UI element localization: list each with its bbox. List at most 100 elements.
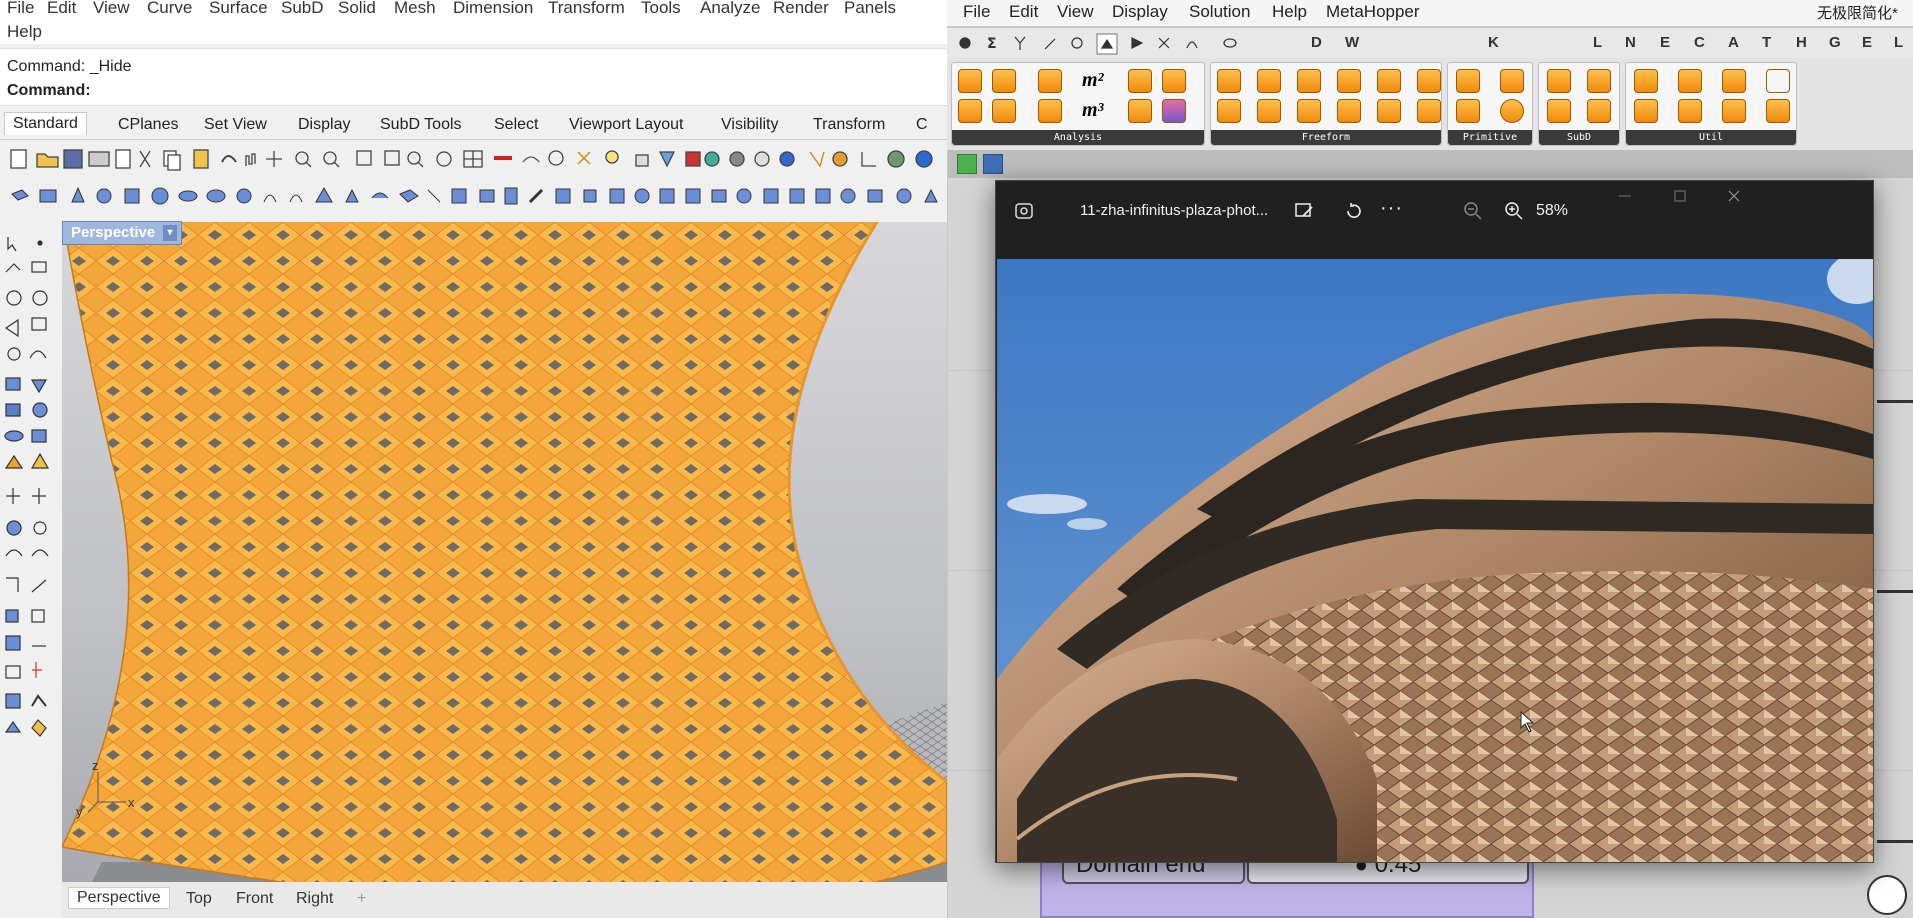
primitive-component-icon[interactable] bbox=[1500, 69, 1524, 93]
tab-viewport-layout[interactable]: Viewport Layout bbox=[561, 114, 691, 136]
freeform-component-icon[interactable] bbox=[1337, 99, 1361, 123]
menu-analyze[interactable]: Analyze bbox=[700, 0, 760, 18]
freeform-component-icon[interactable] bbox=[1217, 99, 1241, 123]
vp-tab-top[interactable]: Top bbox=[186, 890, 212, 908]
add-viewport-plus-icon[interactable]: + bbox=[357, 890, 366, 908]
edit-image-icon[interactable] bbox=[1292, 199, 1316, 223]
gh-tab-n[interactable]: N bbox=[1625, 34, 1636, 51]
secondary-toolbar-icons[interactable] bbox=[0, 180, 947, 214]
freeform-component-icon[interactable] bbox=[1257, 99, 1281, 123]
freeform-component-icon[interactable] bbox=[1337, 69, 1361, 93]
gh-tab-e[interactable]: E bbox=[1660, 34, 1670, 51]
analysis-component-icon[interactable] bbox=[992, 69, 1016, 93]
menu-tools[interactable]: Tools bbox=[641, 0, 681, 18]
menu-solid[interactable]: Solid bbox=[338, 0, 376, 18]
analysis-component-icon[interactable] bbox=[1128, 99, 1152, 123]
gh-menu-metahopper[interactable]: MetaHopper bbox=[1326, 2, 1420, 22]
menu-panels[interactable]: Panels bbox=[844, 0, 896, 18]
analysis-component-icon[interactable] bbox=[1162, 99, 1186, 123]
window-controls[interactable] bbox=[1611, 181, 1873, 211]
volume-icon[interactable]: m³ bbox=[1082, 99, 1104, 122]
freeform-component-icon[interactable] bbox=[1377, 99, 1401, 123]
gh-tab-l2[interactable]: L bbox=[1894, 34, 1903, 51]
analysis-component-icon[interactable] bbox=[1128, 69, 1152, 93]
rotate-icon[interactable] bbox=[1342, 199, 1366, 223]
more-options-icon[interactable]: ··· bbox=[1380, 197, 1403, 220]
command-area[interactable]: Command: _Hide Command: bbox=[0, 48, 947, 106]
freeform-component-icon[interactable] bbox=[1297, 69, 1321, 93]
perspective-viewport[interactable]: z y x bbox=[62, 222, 947, 882]
gh-tab-l[interactable]: L bbox=[1593, 34, 1602, 51]
menu-help[interactable]: Help bbox=[7, 22, 42, 42]
gh-tab-h[interactable]: H bbox=[1796, 34, 1807, 51]
vp-tab-front[interactable]: Front bbox=[236, 890, 273, 908]
util-component-icon[interactable] bbox=[1766, 99, 1790, 123]
freeform-component-icon[interactable] bbox=[1417, 69, 1441, 93]
subd-component-icon[interactable] bbox=[1547, 69, 1571, 93]
photo-image[interactable] bbox=[997, 259, 1873, 862]
menu-dimension[interactable]: Dimension bbox=[453, 0, 533, 18]
viewport-title[interactable]: Perspective ▾ bbox=[62, 221, 182, 245]
subd-component-icon[interactable] bbox=[1587, 99, 1611, 123]
gh-menu-help[interactable]: Help bbox=[1272, 2, 1307, 22]
menu-edit[interactable]: Edit bbox=[47, 0, 76, 18]
util-component-icon[interactable] bbox=[1722, 99, 1746, 123]
area-icon[interactable]: m² bbox=[1082, 69, 1104, 92]
util-component-icon[interactable] bbox=[1634, 99, 1658, 123]
primitive-component-icon[interactable] bbox=[1456, 69, 1480, 93]
tab-display[interactable]: Display bbox=[290, 114, 358, 136]
freeform-component-icon[interactable] bbox=[1297, 99, 1321, 123]
menu-file[interactable]: File bbox=[7, 0, 34, 18]
tab-transform[interactable]: Transform bbox=[805, 114, 893, 136]
save-icon[interactable] bbox=[983, 154, 1003, 174]
tab-standard[interactable]: Standard bbox=[4, 112, 87, 135]
tab-subd-tools[interactable]: SubD Tools bbox=[372, 114, 470, 136]
util-component-icon[interactable] bbox=[1678, 69, 1702, 93]
menu-curve[interactable]: Curve bbox=[147, 0, 192, 18]
analysis-component-icon[interactable] bbox=[1162, 69, 1186, 93]
viewport-menu-chevron-down-icon[interactable]: ▾ bbox=[163, 225, 177, 241]
util-component-icon[interactable] bbox=[1722, 69, 1746, 93]
analysis-component-icon[interactable] bbox=[1038, 69, 1062, 93]
menu-mesh[interactable]: Mesh bbox=[394, 0, 436, 18]
tab-visibility[interactable]: Visibility bbox=[713, 114, 787, 136]
gh-menu-file[interactable]: File bbox=[963, 2, 990, 22]
left-tool-icons[interactable] bbox=[0, 228, 58, 918]
analysis-component-icon[interactable] bbox=[958, 69, 982, 93]
gh-tab-a[interactable]: A bbox=[1728, 34, 1739, 51]
menu-view[interactable]: View bbox=[93, 0, 130, 18]
standard-toolbar-icons[interactable] bbox=[0, 142, 947, 176]
command-prompt[interactable]: Command: bbox=[7, 82, 91, 100]
subd-component-icon[interactable] bbox=[1547, 99, 1571, 123]
gh-menu-solution[interactable]: Solution bbox=[1189, 2, 1250, 22]
menu-transform[interactable]: Transform bbox=[548, 0, 625, 18]
gh-menu-view[interactable]: View bbox=[1057, 2, 1094, 22]
hyperboloid-surface-render[interactable]: z y x bbox=[62, 222, 947, 882]
gh-menu-display[interactable]: Display bbox=[1112, 2, 1168, 22]
freeform-component-icon[interactable] bbox=[1377, 69, 1401, 93]
zoom-out-icon[interactable] bbox=[1461, 199, 1485, 223]
gh-tab-icons[interactable]: Σ bbox=[947, 28, 1307, 58]
tab-set-view[interactable]: Set View bbox=[196, 114, 275, 136]
sphere-icon[interactable] bbox=[1500, 99, 1524, 123]
gh-tab-w[interactable]: W bbox=[1345, 34, 1359, 51]
zoom-in-icon[interactable] bbox=[1502, 199, 1526, 223]
gh-tab-g[interactable]: G bbox=[1829, 34, 1841, 51]
gh-tab-e2[interactable]: E bbox=[1862, 34, 1872, 51]
gh-tab-c[interactable]: C bbox=[1694, 34, 1705, 51]
tab-more[interactable]: C bbox=[908, 114, 936, 136]
canvas-widget-icon[interactable] bbox=[1867, 875, 1907, 915]
gh-tab-d[interactable]: D bbox=[1311, 34, 1322, 51]
freeform-component-icon[interactable] bbox=[1417, 99, 1441, 123]
gh-tab-k[interactable]: K bbox=[1488, 34, 1499, 51]
zoom-level[interactable]: 58% bbox=[1536, 202, 1568, 220]
vp-tab-right[interactable]: Right bbox=[296, 890, 333, 908]
freeform-component-icon[interactable] bbox=[1257, 69, 1281, 93]
menu-subd[interactable]: SubD bbox=[281, 0, 324, 18]
util-component-icon[interactable] bbox=[1634, 69, 1658, 93]
analysis-component-icon[interactable] bbox=[992, 99, 1016, 123]
gh-menu-edit[interactable]: Edit bbox=[1009, 2, 1038, 22]
menu-surface[interactable]: Surface bbox=[209, 0, 268, 18]
gh-tab-t[interactable]: T bbox=[1762, 34, 1771, 51]
menu-render[interactable]: Render bbox=[773, 0, 829, 18]
